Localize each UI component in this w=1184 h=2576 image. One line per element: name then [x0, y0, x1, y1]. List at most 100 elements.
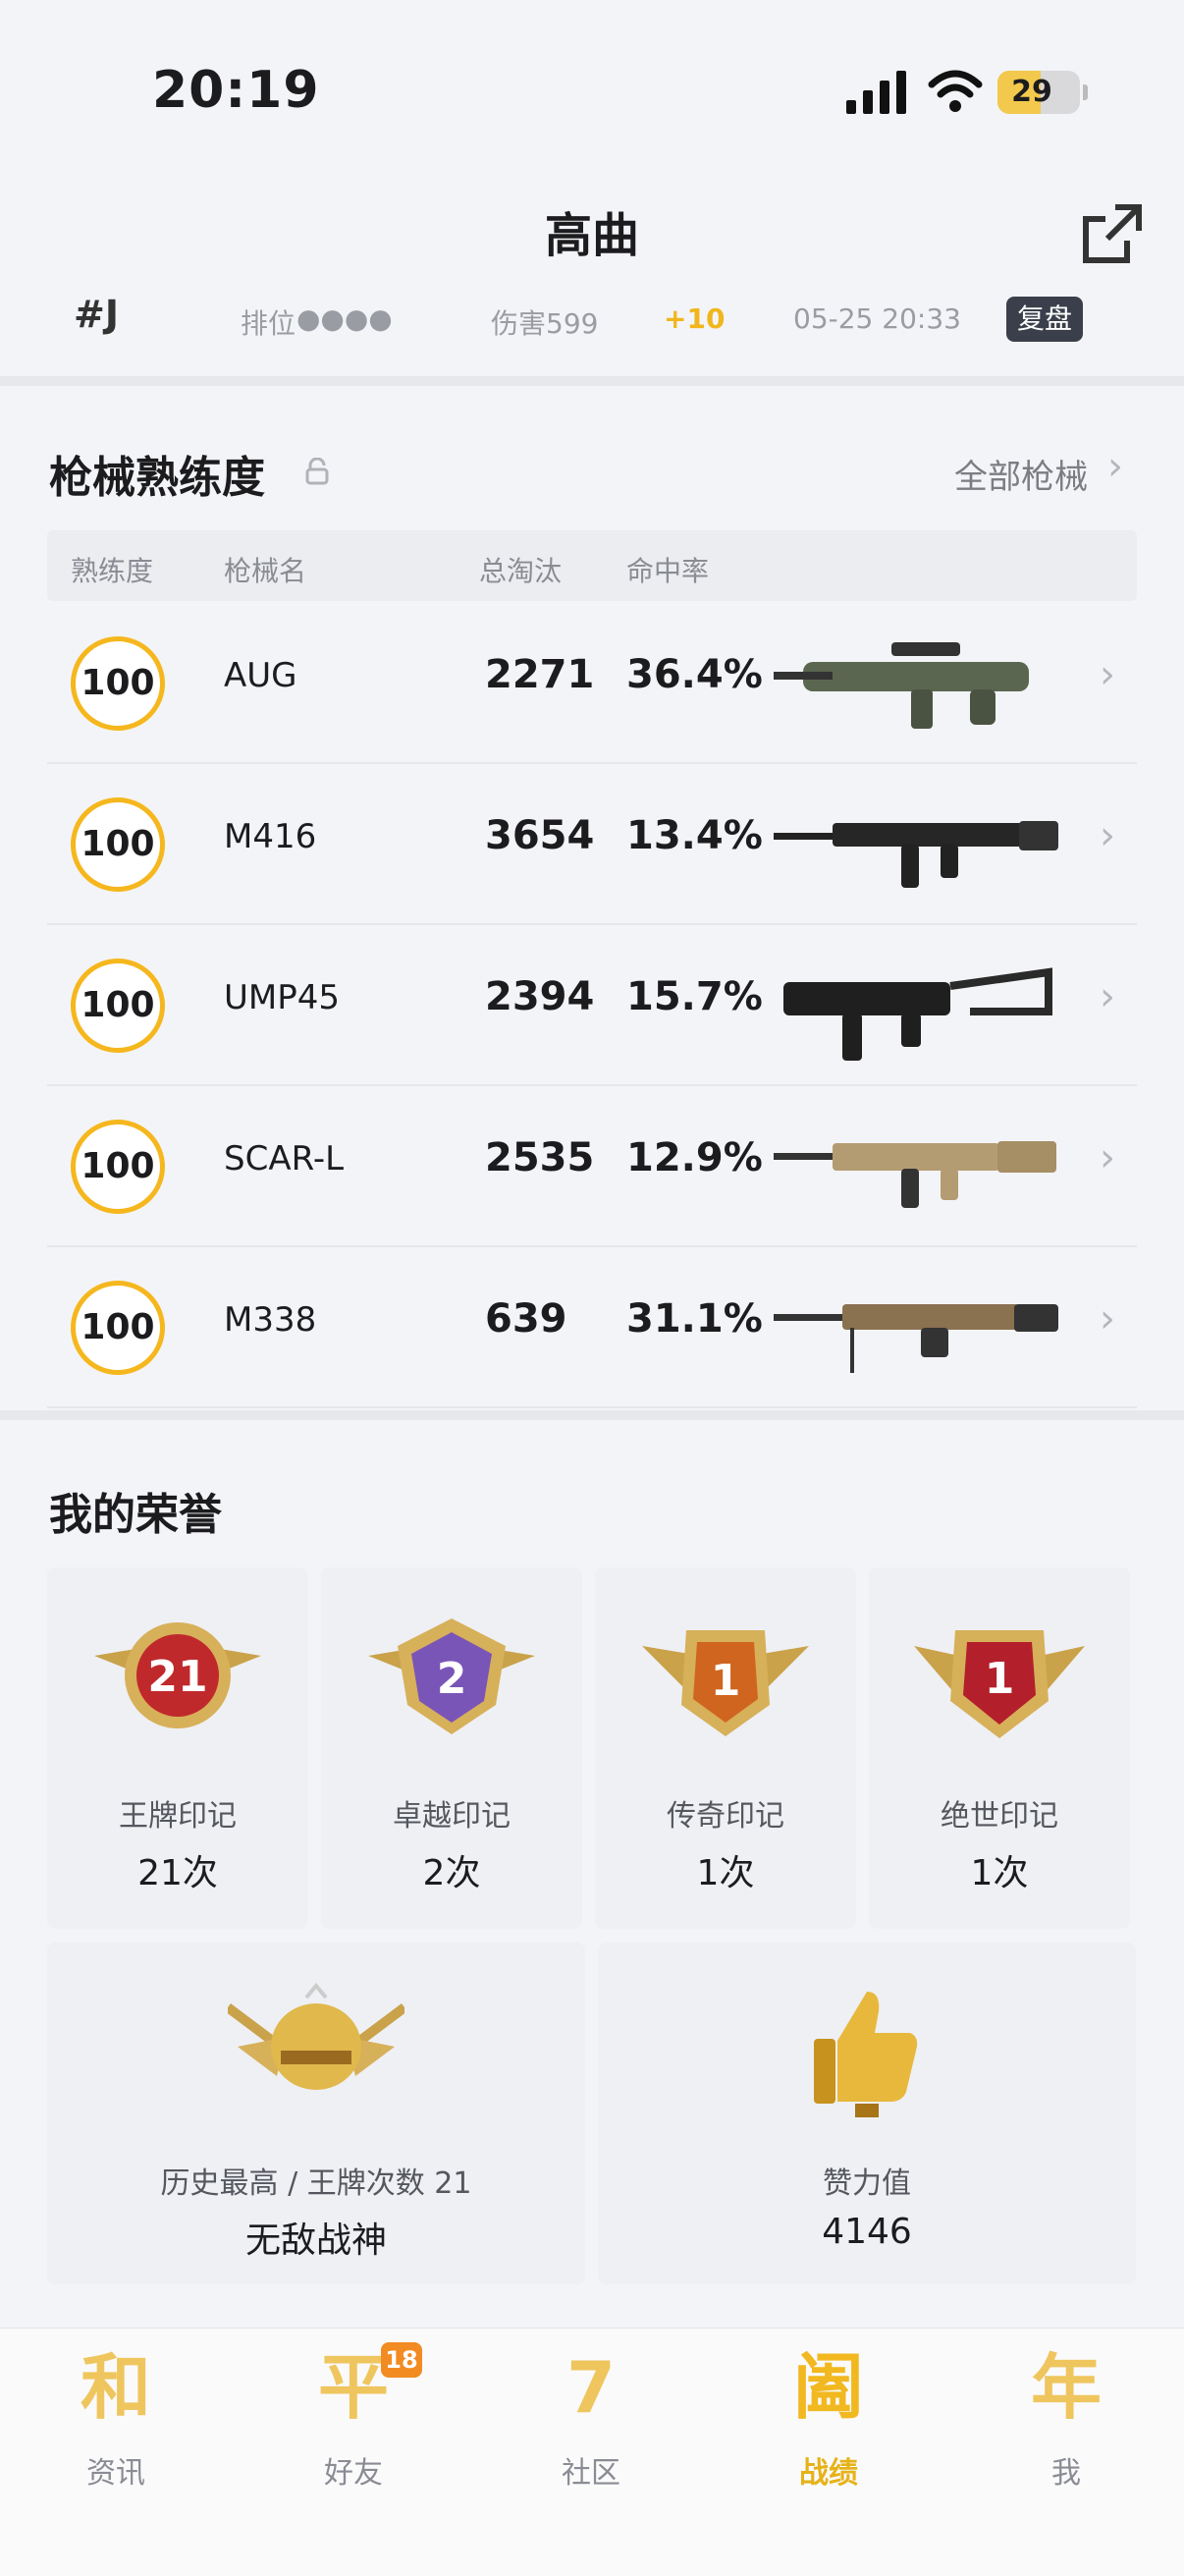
weapon-row-m416[interactable]: 100 M416 3654 13.4% ›	[47, 762, 1137, 925]
col-weapon-name: 枪械名	[224, 555, 307, 587]
peerless-medal-icon: 1	[914, 1630, 1085, 1738]
records-tab-icon: 阖	[792, 2346, 864, 2429]
section-divider	[0, 376, 1184, 386]
tab-friends[interactable]: 平 18 好友	[275, 2342, 432, 2495]
likes-value: 4146	[822, 2212, 912, 2252]
honor-card-elite[interactable]: 2 卓越印记 2次	[321, 1567, 582, 1929]
weapon-name: M338	[224, 1300, 317, 1340]
tab-label: 好友	[324, 2456, 383, 2491]
honor-label: 绝世印记	[941, 1799, 1058, 1834]
honor-card-likes[interactable]: 赞力值 4146	[598, 1943, 1136, 2284]
weapon-row-aug[interactable]: 100 AUG 2271 36.4% ›	[47, 601, 1137, 764]
proficiency-ring: 100	[71, 959, 165, 1053]
squad-icon: ●●●●	[296, 302, 393, 335]
chevron-right-icon: ›	[1107, 444, 1123, 489]
chevron-right-icon: ›	[1100, 1135, 1115, 1180]
tab-records[interactable]: 阖 战绩	[750, 2348, 907, 2495]
legend-medal-icon: 1	[642, 1630, 809, 1736]
honor-label: 王牌印记	[119, 1799, 237, 1834]
tab-label: 社区	[562, 2456, 620, 2491]
highest-tier-emblem-icon	[228, 1982, 404, 2090]
section-divider	[0, 1410, 1184, 1420]
page-title: 高曲	[544, 208, 639, 263]
share-icon[interactable]	[1080, 201, 1145, 266]
chevron-right-icon: ›	[1100, 813, 1115, 858]
weapon-accuracy: 12.9%	[626, 1135, 763, 1180]
likes-label: 赞力值	[823, 2166, 911, 2201]
weapon-kills: 3654	[485, 813, 595, 858]
weapon-kills: 2394	[485, 974, 595, 1019]
col-kills: 总淘汰	[479, 555, 563, 587]
weapons-section-title: 枪械熟练度	[49, 453, 265, 503]
medal-number: 1	[985, 1654, 1015, 1704]
match-mode: 排位	[241, 307, 296, 340]
weapon-accuracy: 36.4%	[626, 652, 763, 697]
chevron-right-icon: ›	[1100, 652, 1115, 697]
wifi-icon	[928, 70, 983, 112]
tab-me[interactable]: 年 我	[988, 2348, 1145, 2495]
medal-number: 21	[147, 1652, 207, 1702]
chevron-right-icon: ›	[1100, 1296, 1115, 1342]
match-rank: #J	[74, 293, 119, 336]
status-time: 20:19	[152, 61, 320, 120]
weapons-table-header: 熟练度 枪械名 总淘汰 命中率	[47, 530, 1137, 601]
weapon-accuracy: 15.7%	[626, 974, 763, 1019]
battery-icon: 29	[997, 71, 1088, 114]
honor-label: 传奇印记	[667, 1799, 784, 1834]
col-level: 熟练度	[71, 555, 154, 587]
weapon-name: AUG	[224, 656, 297, 695]
m338-mg-icon	[774, 1304, 1058, 1373]
m416-rifle-icon	[774, 821, 1058, 888]
honors-section-title: 我的荣誉	[49, 1490, 222, 1540]
proficiency-ring: 100	[71, 1281, 165, 1375]
weapon-row-m338[interactable]: 100 M338 639 31.1% ›	[47, 1245, 1137, 1408]
honor-count: 1次	[696, 1853, 755, 1893]
lock-icon[interactable]	[304, 458, 330, 485]
status-bar: 20:19 29	[0, 0, 1184, 187]
ump45-smg-icon	[783, 967, 1052, 1061]
scar-l-rifle-icon	[774, 1141, 1056, 1208]
tab-news[interactable]: 和 资讯	[37, 2348, 194, 2495]
proficiency-ring: 100	[71, 1120, 165, 1214]
ace-medal-icon: 21	[94, 1622, 261, 1728]
col-accuracy: 命中率	[626, 555, 710, 587]
news-tab-icon: 和	[80, 2346, 151, 2429]
honor-count: 2次	[422, 1853, 481, 1893]
medal-number: 2	[437, 1654, 467, 1704]
match-damage: 伤害599	[491, 307, 599, 340]
all-weapons-link[interactable]: 全部枪械	[954, 450, 1088, 498]
weapon-kills: 2271	[485, 652, 595, 697]
weapon-name: M416	[224, 817, 317, 856]
weapon-row-ump45[interactable]: 100 UMP45 2394 15.7% ›	[47, 923, 1137, 1086]
honor-count: 1次	[970, 1853, 1029, 1893]
match-score-delta: +10	[664, 302, 726, 335]
me-tab-icon: 年	[1030, 2346, 1102, 2429]
tab-community[interactable]: 7 社区	[512, 2348, 670, 2495]
match-time: 05-25 20:33	[793, 302, 961, 335]
aug-rifle-icon	[774, 642, 1029, 729]
tab-label: 我	[1051, 2456, 1081, 2491]
honor-card-legend[interactable]: 1 传奇印记 1次	[595, 1567, 856, 1929]
honor-count: 21次	[137, 1853, 218, 1893]
highest-tier-label: 历史最高 / 王牌次数 21	[160, 2166, 472, 2201]
previous-match-row[interactable]: #J 排位 ●●●● 伤害599 +10 05-25 20:33 复盘	[0, 285, 1184, 373]
weapon-kills: 639	[485, 1296, 567, 1342]
weapon-kills: 2535	[485, 1135, 595, 1180]
bottom-tab-bar: 和 资讯 平 18 好友 7 社区 阖 战绩 年 我	[0, 2328, 1184, 2576]
weapon-accuracy: 31.1%	[626, 1296, 763, 1342]
chevron-right-icon: ›	[1100, 974, 1115, 1019]
honor-card-ace[interactable]: 21 王牌印记 21次	[47, 1567, 308, 1929]
thumbs-up-icon	[814, 1992, 918, 2117]
highest-tier-value: 无敌战神	[244, 2220, 387, 2261]
replay-button[interactable]: 复盘	[1006, 297, 1083, 342]
honor-card-highest-tier[interactable]: 历史最高 / 王牌次数 21 无敌战神	[47, 1943, 585, 2284]
notification-badge: 18	[381, 2342, 422, 2378]
tab-label: 资讯	[86, 2456, 145, 2491]
weapon-name: SCAR-L	[224, 1139, 345, 1178]
weapon-name: UMP45	[224, 978, 340, 1017]
honor-card-peerless[interactable]: 1 绝世印记 1次	[869, 1567, 1130, 1929]
battery-level: 29	[1011, 75, 1052, 109]
signal-icon	[846, 71, 906, 114]
proficiency-ring: 100	[71, 636, 165, 731]
weapon-row-scar-l[interactable]: 100 SCAR-L 2535 12.9% ›	[47, 1084, 1137, 1247]
